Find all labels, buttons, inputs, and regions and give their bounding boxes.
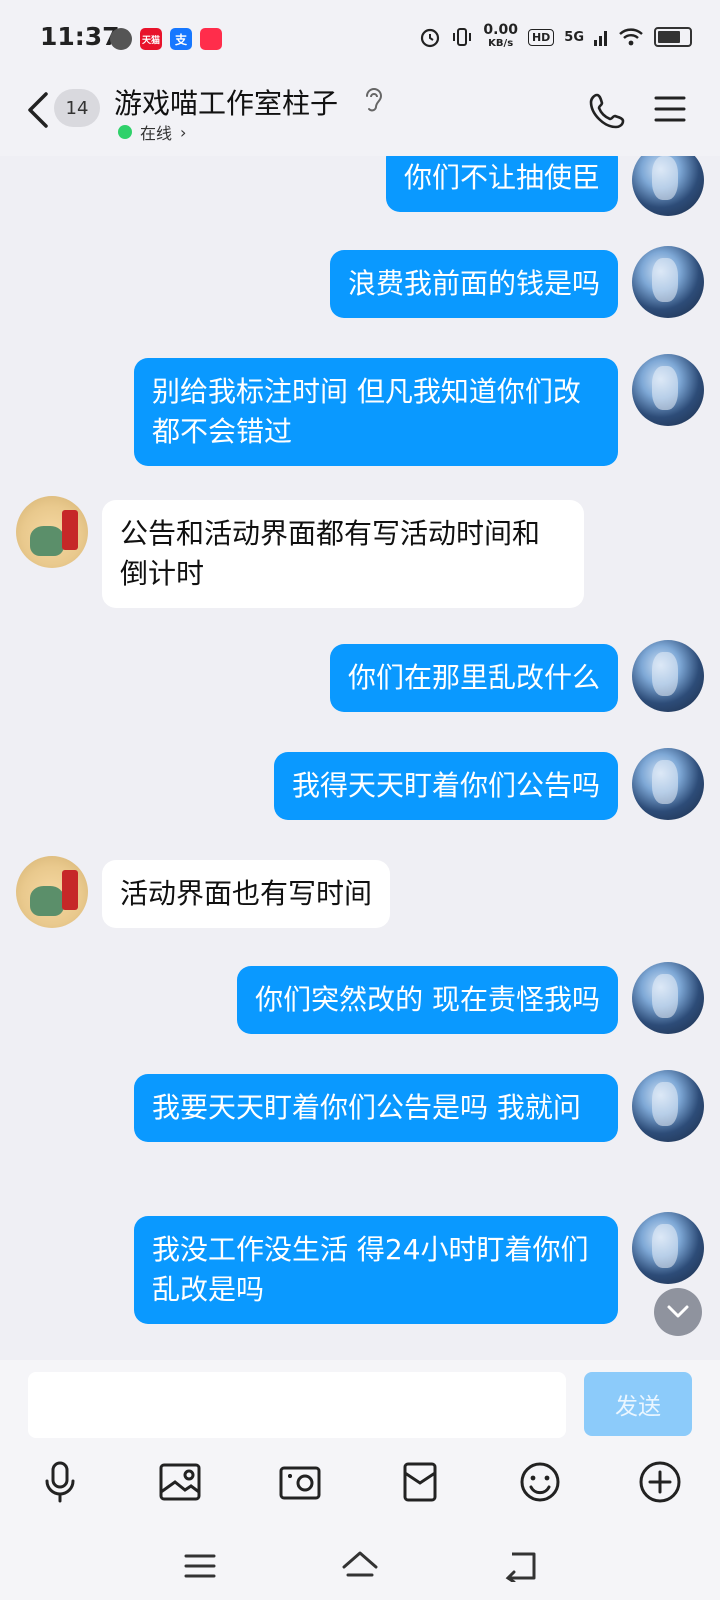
wifi-icon xyxy=(619,28,643,46)
composer-bar: 发送 xyxy=(0,1360,720,1600)
scroll-to-bottom-button[interactable] xyxy=(654,1288,702,1336)
my-avatar[interactable] xyxy=(632,640,704,712)
message-bubble-received[interactable]: 公告和活动界面都有写活动时间和倒计时 xyxy=(102,500,584,608)
my-avatar[interactable] xyxy=(632,246,704,318)
message-input[interactable] xyxy=(28,1372,566,1438)
my-avatar[interactable] xyxy=(632,962,704,1034)
my-avatar[interactable] xyxy=(632,748,704,820)
online-dot xyxy=(118,125,132,139)
my-avatar[interactable] xyxy=(632,1212,704,1284)
back-icon[interactable] xyxy=(22,90,52,130)
message-bubble-sent[interactable]: 你们在那里乱改什么 xyxy=(329,644,618,712)
system-status: 0.00 KB/s HD 5G xyxy=(419,22,692,50)
chevron-down-icon xyxy=(667,1305,689,1318)
mic-icon xyxy=(45,1461,75,1503)
chat-title[interactable]: 游戏喵工作室柱子 xyxy=(114,82,338,122)
contact-avatar[interactable] xyxy=(16,496,88,568)
online-status-label: 在线 xyxy=(140,124,173,143)
menu-icon[interactable] xyxy=(654,94,686,124)
alipay-app-icon: 支 xyxy=(170,28,192,50)
mic-button[interactable] xyxy=(32,1454,88,1510)
battery-icon xyxy=(654,27,692,47)
alarm-icon xyxy=(421,28,440,48)
signal-icon xyxy=(594,31,607,46)
ear-icon[interactable] xyxy=(362,86,384,114)
red-packet-icon xyxy=(403,1462,437,1502)
chevron-right-icon: › xyxy=(180,122,187,142)
nav-menu-button[interactable] xyxy=(178,1544,222,1588)
chat-header: 14 游戏喵工作室柱子 在线 › xyxy=(0,78,720,156)
back-icon xyxy=(505,1552,536,1582)
red-app-icon xyxy=(200,28,222,50)
emoji-button[interactable] xyxy=(512,1454,568,1510)
nav-back-button[interactable] xyxy=(498,1544,542,1588)
image-button[interactable] xyxy=(152,1454,208,1510)
hd-badge: HD xyxy=(527,28,555,46)
camera-icon xyxy=(279,1466,321,1500)
tmall-app-icon: 天猫 xyxy=(140,28,162,50)
camera-button[interactable] xyxy=(272,1454,328,1510)
message-app-icon xyxy=(110,28,132,50)
net-speed-unit: KB/s xyxy=(488,38,514,49)
contact-avatar[interactable] xyxy=(16,856,88,928)
send-button[interactable]: 发送 xyxy=(584,1372,692,1436)
my-avatar[interactable] xyxy=(632,156,704,216)
status-bar: 11:37 天猫 支 0.00 KB/s HD 5G xyxy=(0,0,720,78)
message-bubble-sent[interactable]: 我没工作没生活 得24小时盯着你们乱改是吗 xyxy=(134,1216,618,1324)
home-icon xyxy=(342,1551,378,1577)
message-bubble-received[interactable]: 活动界面也有写时间 xyxy=(102,860,391,928)
my-avatar[interactable] xyxy=(632,354,704,426)
online-status[interactable]: 在线 › xyxy=(118,120,186,144)
phone-icon[interactable] xyxy=(588,90,628,130)
net-speed-value: 0.00 xyxy=(483,22,518,38)
my-avatar[interactable] xyxy=(632,1070,704,1142)
message-bubble-sent[interactable]: 别给我标注时间 但凡我知道你们改都不会错过 xyxy=(134,358,618,466)
vibrate-icon xyxy=(453,28,472,46)
nav-home-button[interactable] xyxy=(338,1544,382,1588)
emoji-icon xyxy=(520,1462,560,1502)
more-button[interactable] xyxy=(632,1454,688,1510)
image-icon xyxy=(159,1463,201,1501)
message-bubble-sent[interactable]: 你们不让抽使臣 xyxy=(385,156,618,212)
notification-icons: 天猫 支 xyxy=(110,28,222,50)
unread-count-badge[interactable]: 14 xyxy=(54,89,100,127)
signal-label: 5G xyxy=(564,29,584,45)
message-bubble-sent[interactable]: 我要天天盯着你们公告是吗 我就问 xyxy=(134,1074,618,1142)
system-nav-bar xyxy=(0,1536,720,1600)
menu-icon xyxy=(184,1554,216,1578)
message-bubble-sent[interactable]: 我得天天盯着你们公告吗 xyxy=(273,752,618,820)
message-list[interactable]: 你们不让抽使臣 浪费我前面的钱是吗 别给我标注时间 但凡我知道你们改都不会错过 … xyxy=(0,156,720,1360)
plus-icon xyxy=(639,1461,681,1503)
input-toolbar xyxy=(0,1454,720,1514)
red-packet-button[interactable] xyxy=(392,1454,448,1510)
message-bubble-sent[interactable]: 你们突然改的 现在责怪我吗 xyxy=(237,966,618,1034)
status-time: 11:37 xyxy=(40,22,120,51)
net-speed: 0.00 KB/s xyxy=(483,22,518,50)
message-bubble-sent[interactable]: 浪费我前面的钱是吗 xyxy=(329,250,618,318)
